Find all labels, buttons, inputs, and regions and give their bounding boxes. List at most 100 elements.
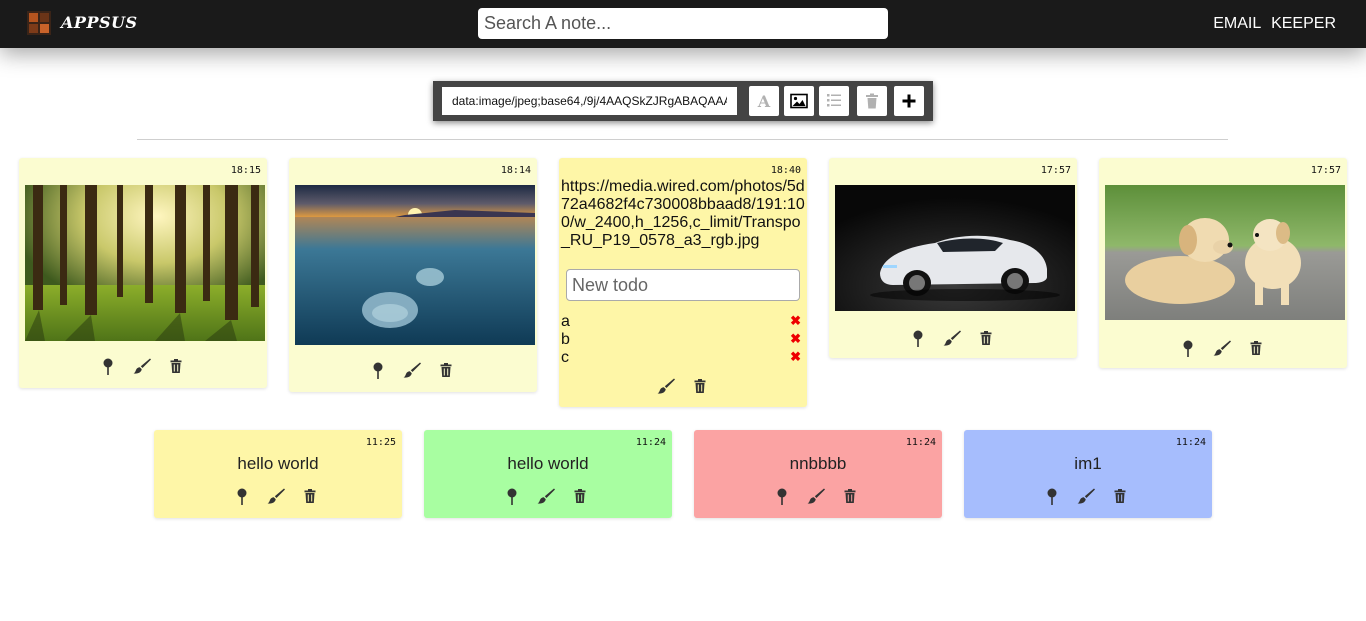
note-actions: [649, 376, 717, 396]
pin-button[interactable]: [495, 486, 529, 506]
note-actions: [225, 486, 327, 506]
pin-button[interactable]: [361, 360, 395, 380]
brush-icon: [1213, 340, 1231, 356]
image-note-button[interactable]: [784, 86, 814, 116]
pin-icon: [237, 488, 247, 505]
todo-text: a: [561, 313, 570, 330]
pin-button[interactable]: [225, 486, 259, 506]
note-card-todos[interactable]: 18:40 https://media.wired.com/photos/5d7…: [559, 158, 807, 407]
note-image-sea-sunset: [295, 185, 535, 345]
note-actions: [1035, 486, 1137, 506]
brush-icon: [537, 488, 555, 504]
brush-icon: [133, 358, 151, 374]
pin-button[interactable]: [91, 356, 125, 376]
note-time: 18:15: [230, 165, 261, 176]
pin-icon: [103, 358, 113, 375]
pin-icon: [777, 488, 787, 505]
brush-icon: [807, 488, 825, 504]
pin-button[interactable]: [1171, 338, 1205, 358]
logo-icon: [27, 11, 51, 35]
note-image-dogs: [1105, 185, 1345, 320]
brand-name[interactable]: APPSUS: [61, 13, 138, 32]
todo-note-button[interactable]: [819, 86, 849, 116]
note-card[interactable]: 17:57: [1099, 158, 1347, 368]
delete-note-button[interactable]: [293, 486, 327, 506]
note-time: 11:25: [365, 437, 396, 448]
note-time: 18:40: [770, 165, 801, 176]
delete-note-button[interactable]: [159, 356, 193, 376]
todo-text: b: [561, 331, 570, 348]
brush-icon: [943, 330, 961, 346]
pin-button[interactable]: [901, 328, 935, 348]
color-button[interactable]: [125, 356, 159, 376]
color-button[interactable]: [1069, 486, 1103, 506]
todo-text: c: [561, 349, 569, 366]
remove-todo-icon[interactable]: ✖: [790, 313, 801, 329]
delete-button[interactable]: [857, 86, 887, 116]
color-button[interactable]: [649, 376, 683, 396]
pin-button[interactable]: [1035, 486, 1069, 506]
note-text: hello world: [237, 454, 319, 473]
note-card-text[interactable]: 11:25 hello world: [154, 430, 402, 518]
note-actions: [361, 360, 463, 380]
note-card-text[interactable]: 11:24 im1: [964, 430, 1212, 518]
note-actions: [1171, 338, 1273, 358]
delete-note-button[interactable]: [683, 376, 717, 396]
brush-icon: [267, 488, 285, 504]
brush-icon: [657, 378, 675, 394]
color-button[interactable]: [529, 486, 563, 506]
svg-text:A: A: [757, 92, 771, 110]
todo-item[interactable]: c ✖: [561, 349, 801, 367]
divider: [137, 139, 1228, 140]
compose-bar: A: [433, 81, 933, 121]
note-time: 11:24: [1175, 437, 1206, 448]
note-url-input[interactable]: [442, 87, 737, 115]
trash-icon: [1114, 489, 1126, 503]
color-button[interactable]: [1205, 338, 1239, 358]
new-todo-input[interactable]: [566, 269, 800, 301]
remove-todo-icon[interactable]: ✖: [790, 349, 801, 365]
delete-note-button[interactable]: [1239, 338, 1273, 358]
nav-keeper-link[interactable]: KEEPER: [1271, 15, 1336, 32]
delete-note-button[interactable]: [833, 486, 867, 506]
nav-email-link[interactable]: EMAIL: [1213, 15, 1260, 32]
pin-icon: [507, 488, 517, 505]
color-button[interactable]: [799, 486, 833, 506]
note-image-forest: [25, 185, 265, 341]
todo-item[interactable]: b ✖: [561, 331, 801, 349]
brush-icon: [403, 362, 421, 378]
app-header: APPSUS EMAIL KEEPER: [0, 0, 1366, 48]
brush-icon: [1077, 488, 1095, 504]
pin-icon: [913, 330, 923, 347]
note-image-white-car: [835, 185, 1075, 311]
note-title: https://media.wired.com/photos/5d72a4682…: [561, 178, 805, 249]
color-button[interactable]: [259, 486, 293, 506]
trash-icon: [980, 331, 992, 345]
delete-note-button[interactable]: [429, 360, 463, 380]
trash-icon: [440, 363, 452, 377]
note-text: nnbbbb: [789, 454, 847, 473]
add-note-button[interactable]: [894, 86, 924, 116]
remove-todo-icon[interactable]: ✖: [790, 331, 801, 347]
note-actions: [765, 486, 867, 506]
color-button[interactable]: [935, 328, 969, 348]
note-card-text[interactable]: 11:24 nnbbbb: [694, 430, 942, 518]
delete-note-button[interactable]: [1103, 486, 1137, 506]
pin-icon: [373, 362, 383, 379]
todo-item[interactable]: a ✖: [561, 313, 801, 331]
note-card[interactable]: 17:57: [829, 158, 1077, 358]
text-note-button[interactable]: A: [749, 86, 779, 116]
delete-note-button[interactable]: [969, 328, 1003, 348]
note-card[interactable]: 18:15: [19, 158, 267, 388]
add-icon: [902, 94, 916, 108]
color-button[interactable]: [395, 360, 429, 380]
note-actions: [901, 328, 1003, 348]
delete-note-button[interactable]: [563, 486, 597, 506]
note-card-text[interactable]: 11:24 hello world: [424, 430, 672, 518]
pin-button[interactable]: [765, 486, 799, 506]
note-card[interactable]: 18:14: [289, 158, 537, 392]
text-icon: A: [757, 92, 771, 110]
trash-icon: [866, 93, 878, 109]
search-input[interactable]: [478, 8, 888, 39]
note-time: 11:24: [635, 437, 666, 448]
